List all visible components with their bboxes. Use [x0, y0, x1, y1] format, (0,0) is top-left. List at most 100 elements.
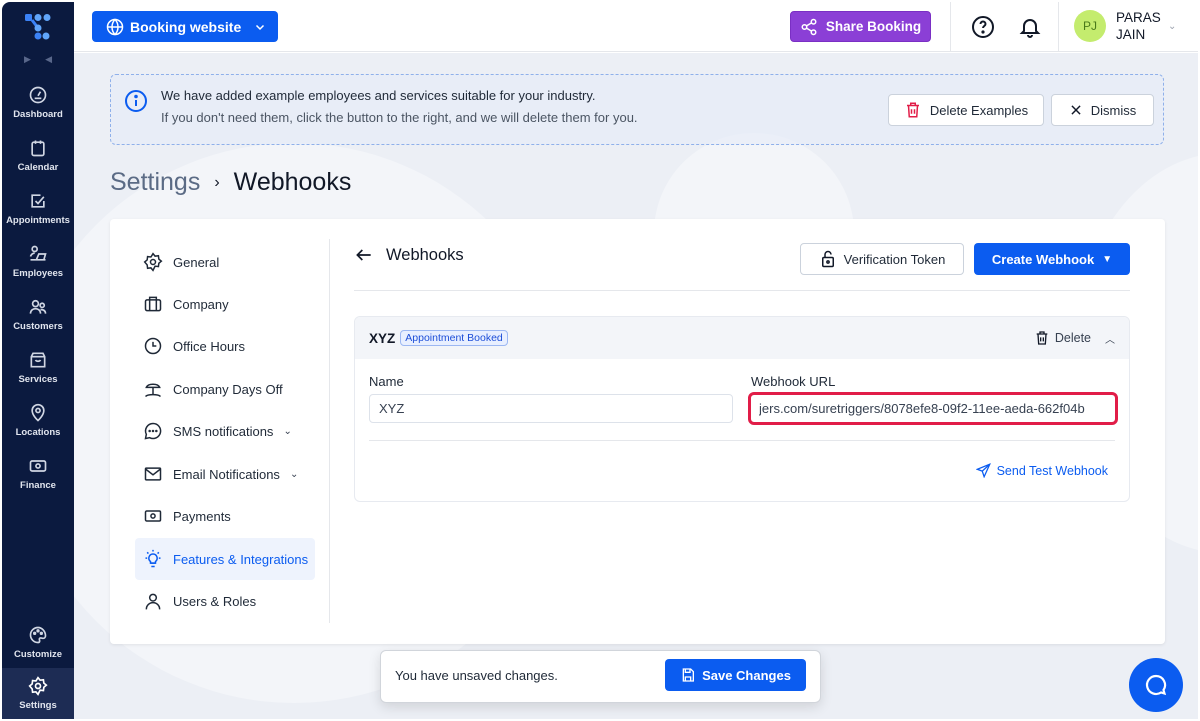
name-input[interactable] [369, 394, 733, 423]
divider [354, 290, 1130, 291]
unsaved-message: You have unsaved changes. [395, 668, 558, 683]
chat-support-button[interactable] [1129, 658, 1183, 712]
delete-webhook-button[interactable]: Delete [1034, 330, 1091, 346]
dismiss-label: Dismiss [1090, 102, 1137, 118]
app-logo[interactable] [24, 12, 52, 40]
share-booking-button[interactable]: Share Booking [790, 11, 931, 42]
mail-icon [144, 467, 162, 481]
send-test-label: Send Test Webhook [996, 463, 1108, 478]
gear-icon [143, 252, 163, 272]
box-icon [30, 352, 46, 368]
settings-menu-users-roles[interactable]: Users & Roles [135, 580, 315, 622]
sidebar-item-appointments[interactable]: Appointments [2, 182, 74, 235]
sidebar-item-label: Locations [15, 427, 61, 438]
sidebar-item-settings[interactable]: Settings [2, 668, 74, 719]
sidebar-item-label: Customize [13, 649, 63, 660]
sidebar-item-customize[interactable]: Customize [2, 616, 74, 669]
sidebar-item-label: Finance [20, 480, 56, 491]
sidebar-item-label: Calendar [17, 162, 59, 173]
beach-icon [144, 383, 162, 398]
sidebar-item-label: Employees [12, 268, 64, 279]
verification-token-button[interactable]: Verification Token [800, 243, 964, 275]
menu-label: Users & Roles [173, 593, 257, 609]
webhooks-header: Webhooks [354, 245, 464, 265]
menu-label: General [173, 254, 220, 270]
sidebar-item-locations[interactable]: Locations [2, 394, 74, 447]
webhook-name: XYZ [369, 330, 396, 346]
webhook-url-input[interactable] [748, 392, 1118, 425]
divider [1058, 2, 1059, 52]
briefcase-icon [144, 296, 162, 312]
chat-support-icon [1145, 674, 1167, 696]
lightbulb-icon [145, 549, 161, 568]
divider [329, 239, 330, 623]
sidebar-item-employees[interactable]: Employees [2, 235, 74, 288]
sidebar-item-label: Services [18, 374, 58, 385]
collapse-icon[interactable]: ◀ [45, 54, 52, 66]
chevron-up-icon[interactable]: ︿ [1105, 331, 1115, 346]
dismiss-button[interactable]: Dismiss [1051, 94, 1154, 126]
back-arrow-icon[interactable] [354, 245, 374, 265]
breadcrumb-separator: › [214, 173, 220, 191]
sidebar-item-calendar[interactable]: Calendar [2, 129, 74, 182]
settings-menu-office-hours[interactable]: Office Hours [135, 325, 315, 367]
booking-website-selector[interactable]: Booking website [92, 11, 278, 42]
sidebar-toggle[interactable]: ▶ ◀ [24, 54, 52, 66]
sidebar-item-label: Customers [13, 321, 63, 332]
breadcrumb: Settings › Webhooks [110, 168, 351, 197]
example-data-banner: We have added example employees and serv… [110, 74, 1164, 145]
save-changes-label: Save Changes [702, 667, 791, 683]
help-icon[interactable] [971, 15, 995, 39]
booking-website-label: Booking website [130, 18, 242, 35]
trash-icon [1036, 331, 1048, 345]
breadcrumb-settings[interactable]: Settings [110, 168, 200, 197]
expand-icon[interactable]: ▶ [24, 54, 31, 66]
user-name: PARAS JAIN [1116, 10, 1161, 42]
menu-label: SMS notifications [173, 423, 274, 439]
send-test-webhook-button[interactable]: Send Test Webhook [975, 463, 1108, 478]
delete-examples-label: Delete Examples [929, 102, 1029, 118]
save-changes-button[interactable]: Save Changes [665, 659, 806, 691]
users-icon [29, 299, 47, 314]
sidebar-item-customers[interactable]: Customers [2, 288, 74, 341]
create-webhook-button[interactable]: Create Webhook ▼ [974, 243, 1130, 275]
close-icon [1071, 105, 1081, 115]
webhook-item-header[interactable]: XYZ Appointment Booked Delete ︿ [355, 317, 1129, 359]
divider [950, 2, 951, 52]
share-icon [801, 18, 817, 35]
share-booking-label: Share Booking [825, 19, 922, 34]
bell-icon[interactable] [1018, 15, 1042, 39]
user-menu[interactable]: PJ PARAS JAIN ⌄ [1074, 9, 1176, 43]
unsaved-changes-bar: You have unsaved changes. Save Changes [380, 650, 821, 703]
menu-label: Company [173, 296, 229, 312]
settings-menu-features-integrations[interactable]: Features & Integrations [135, 538, 315, 580]
delete-examples-button[interactable]: Delete Examples [888, 94, 1044, 126]
clock-icon [144, 337, 162, 355]
sidebar-item-dashboard[interactable]: Dashboard [2, 76, 74, 129]
chevron-down-icon: ⌄ [283, 425, 292, 437]
delete-label: Delete [1054, 331, 1091, 345]
calendar-icon [31, 140, 45, 157]
map-pin-icon [31, 403, 45, 422]
caret-down-icon: ▼ [1102, 253, 1113, 265]
sidebar-item-finance[interactable]: Finance [2, 447, 74, 500]
money-icon [29, 460, 47, 472]
settings-menu-payments[interactable]: Payments [135, 495, 315, 537]
globe-icon [106, 17, 124, 36]
settings-menu-sms-notifications[interactable]: SMS notifications ⌄ [135, 410, 315, 452]
webhooks-title: Webhooks [386, 245, 464, 264]
webhook-item: XYZ Appointment Booked Delete ︿ Name Web… [354, 316, 1130, 502]
sidebar: ▶ ◀ Dashboard Calendar Appointments Empl… [2, 2, 74, 719]
divider [369, 440, 1115, 441]
settings-menu-company-days-off[interactable]: Company Days Off [135, 368, 315, 410]
settings-menu-company[interactable]: Company [135, 283, 315, 325]
settings-card: General Company Office Hours Company Day… [110, 219, 1165, 644]
settings-menu-general[interactable]: General [135, 241, 315, 283]
settings-menu-email-notifications[interactable]: Email Notifications ⌄ [135, 453, 315, 495]
menu-label: Office Hours [173, 338, 246, 354]
sidebar-item-services[interactable]: Services [2, 341, 74, 394]
palette-icon [29, 626, 47, 644]
menu-label: Features & Integrations [173, 551, 309, 567]
employee-desk-icon [29, 245, 47, 261]
chevron-down-icon: ⌄ [1168, 20, 1177, 32]
